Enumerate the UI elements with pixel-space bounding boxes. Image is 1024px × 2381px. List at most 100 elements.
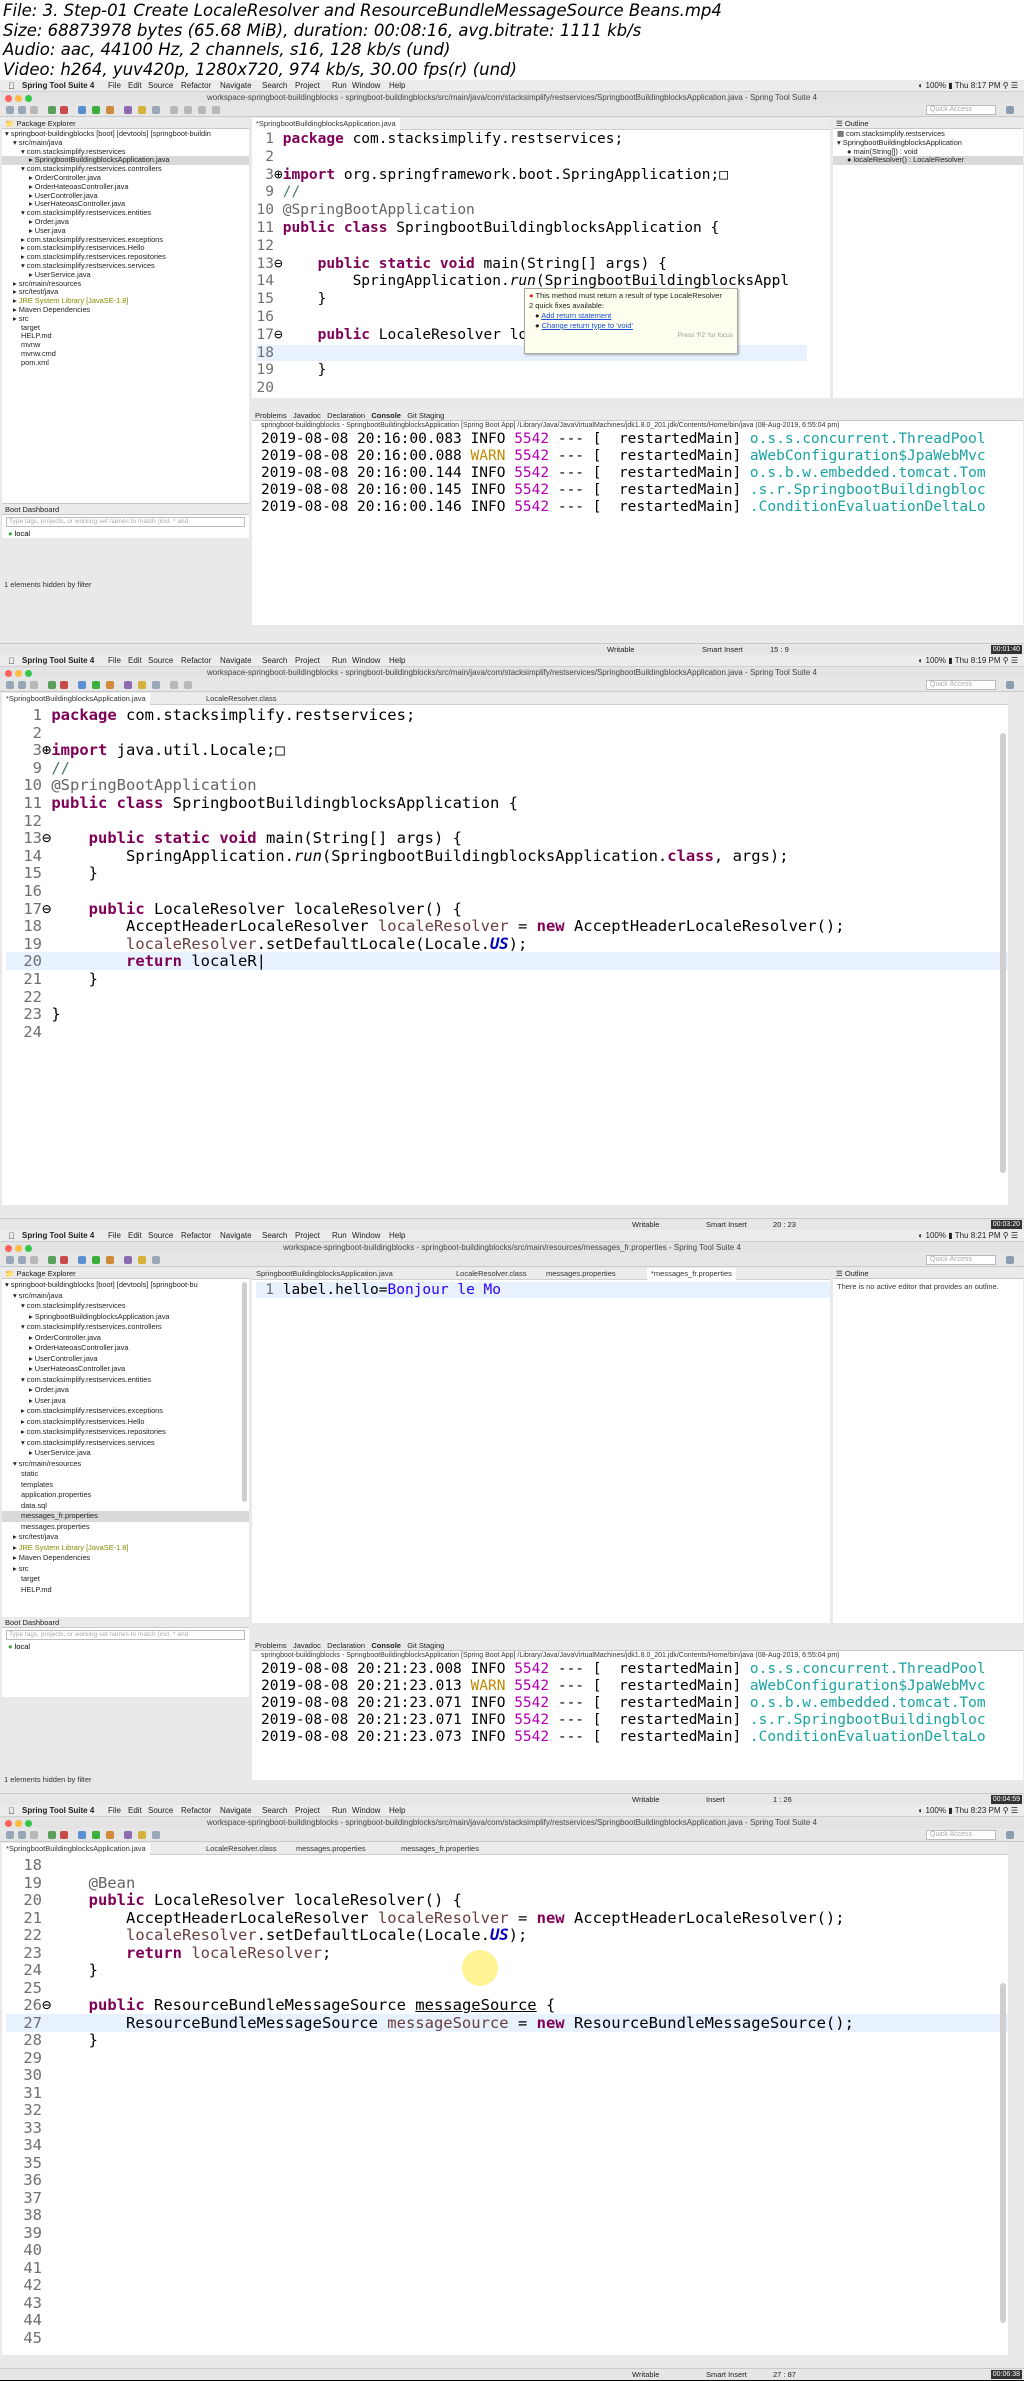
zoom-icon[interactable] [25,95,32,102]
tree-item[interactable]: ▸ com.stacksimplify.restservices.Hello [2,1417,249,1428]
tree-item[interactable]: templates [2,1480,249,1491]
tree-item[interactable]: ▸ Maven Dependencies [2,1553,249,1564]
new-java-class-icon[interactable] [124,681,132,689]
tree-item[interactable]: application.properties [2,1490,249,1501]
menu-run[interactable]: Run [332,1230,347,1242]
new-java-class-icon[interactable] [124,106,132,114]
menu-app[interactable]: Spring Tool Suite 4 [22,80,94,92]
menu-navigate[interactable]: Navigate [220,1805,252,1817]
menu-help[interactable]: Help [389,655,405,667]
run-icon[interactable] [92,1831,100,1839]
new-icon[interactable] [6,681,14,689]
minimize-icon[interactable] [15,670,22,677]
menu-run[interactable]: Run [332,1805,347,1817]
minimize-icon[interactable] [15,95,22,102]
menu-run[interactable]: Run [332,80,347,92]
tab-messages-fr-properties[interactable]: messages_fr.properties [397,1843,483,1855]
boot-filter-input[interactable]: Type tags, projects, or working set name… [6,517,245,527]
back-icon[interactable] [198,106,206,114]
menu-help[interactable]: Help [389,1805,405,1817]
open-type-icon[interactable] [138,106,146,114]
menu-refactor[interactable]: Refactor [181,80,211,92]
external-tools-icon[interactable] [106,1256,114,1264]
menu-help[interactable]: Help [389,1230,405,1242]
outline-tab[interactable]: ☰ Outline [833,1268,1023,1279]
menu-search[interactable]: Search [262,1230,287,1242]
quick-access-input[interactable]: Quick Access [926,1830,996,1840]
apple-icon[interactable]:  [8,655,15,667]
boot-local-item[interactable]: ● local [2,1642,249,1651]
save-icon[interactable] [18,1256,26,1264]
boot-local-item[interactable]: ● local [2,529,249,538]
tab-git-staging[interactable]: Git Staging [407,1641,444,1650]
menu-file[interactable]: File [108,80,121,92]
package-explorer-tab[interactable]: 📁 Package Explorer [2,118,249,129]
stop-icon[interactable] [60,106,68,114]
menu-app[interactable]: Spring Tool Suite 4 [22,1230,94,1242]
menu-file[interactable]: File [108,1230,121,1242]
menu-edit[interactable]: Edit [128,1805,142,1817]
menu-window[interactable]: Window [352,655,380,667]
close-icon[interactable] [5,1820,12,1827]
save-icon[interactable] [18,1831,26,1839]
tab-locale-resolver[interactable]: LocaleResolver.class [202,1843,280,1855]
tree-item[interactable]: ▸ com.stacksimplify.restservices.reposit… [2,1427,249,1438]
tab-locale-resolver[interactable]: LocaleResolver.class [452,1268,530,1280]
tree-item[interactable]: ▸ SpringbootBuildingblocksApplication.ja… [2,1312,249,1323]
menu-edit[interactable]: Edit [128,1230,142,1242]
menu-app[interactable]: Spring Tool Suite 4 [22,1805,94,1817]
tab-problems[interactable]: Problems [255,1641,287,1650]
code-editor[interactable]: *SpringbootBuildingblocksApplication.jav… [252,118,830,398]
run-icon[interactable] [92,106,100,114]
code-editor[interactable]: *SpringbootBuildingblocksApplication.jav… [2,693,1008,1205]
tree-item[interactable]: ▸ OrderController.java [2,1333,249,1344]
tree-item[interactable]: ▸ UserHateoasController.java [2,1364,249,1375]
quick-access-input[interactable]: Quick Access [926,1255,996,1265]
tree-item[interactable]: ▾ com.stacksimplify.restservices.service… [2,1438,249,1449]
menu-source[interactable]: Source [148,1230,173,1242]
tree-item[interactable]: HELP.md [2,1585,249,1596]
stop-icon[interactable] [60,1256,68,1264]
menu-navigate[interactable]: Navigate [220,1230,252,1242]
menu-app[interactable]: Spring Tool Suite 4 [22,655,94,667]
tab-console[interactable]: Console [371,1641,401,1650]
menu-search[interactable]: Search [262,1805,287,1817]
print-icon[interactable] [30,1256,38,1264]
menu-refactor[interactable]: Refactor [181,655,211,667]
new-java-class-icon[interactable] [124,1831,132,1839]
menu-project[interactable]: Project [295,80,320,92]
boot-filter-input[interactable]: Type tags, projects, or working set name… [6,1630,245,1640]
apple-icon[interactable]:  [8,1805,15,1817]
add-return-link[interactable]: Add return statement [541,311,611,320]
perspective-icon[interactable] [1006,106,1014,114]
properties-editor[interactable]: SpringbootBuildingblocksApplication.java… [252,1268,830,1623]
tab-app-java[interactable]: *SpringbootBuildingblocksApplication.jav… [2,693,150,705]
new-icon[interactable] [6,106,14,114]
package-explorer-tab[interactable]: 📁 Package Explorer [2,1268,249,1279]
debug-icon[interactable] [78,1256,86,1264]
new-icon[interactable] [6,1831,14,1839]
quick-access-input[interactable]: Quick Access [926,680,996,690]
tree-item[interactable]: ▸ UserController.java [2,1354,249,1365]
next-annotation-icon[interactable] [170,681,178,689]
tab-javadoc[interactable]: Javadoc [293,411,321,420]
tab-git-staging[interactable]: Git Staging [407,411,444,420]
print-icon[interactable] [30,681,38,689]
menu-source[interactable]: Source [148,655,173,667]
tab-problems[interactable]: Problems [255,411,287,420]
outline-tab[interactable]: ☰ Outline [833,118,1023,129]
external-tools-icon[interactable] [106,1831,114,1839]
minimize-icon[interactable] [15,1245,22,1252]
next-annotation-icon[interactable] [170,106,178,114]
tree-item[interactable]: ▾ src/main/java [2,1291,249,1302]
menu-refactor[interactable]: Refactor [181,1805,211,1817]
menu-source[interactable]: Source [148,1805,173,1817]
tree-item[interactable]: static [2,1469,249,1480]
apple-icon[interactable]:  [8,80,15,92]
menu-project[interactable]: Project [295,1805,320,1817]
search-tool-icon[interactable] [152,681,160,689]
menu-help[interactable]: Help [389,80,405,92]
tree-item[interactable]: ▸ UserService.java [2,1448,249,1459]
menu-project[interactable]: Project [295,1230,320,1242]
open-type-icon[interactable] [138,681,146,689]
